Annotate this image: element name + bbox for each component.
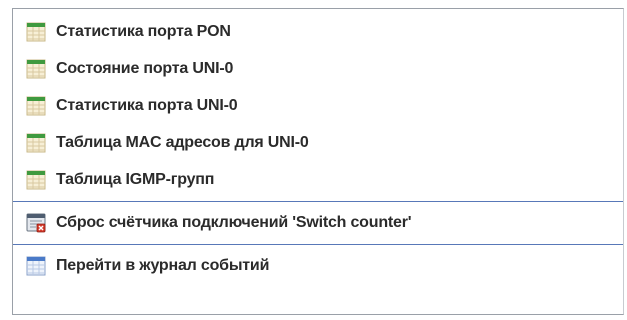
menu-item-label: Перейти в журнал событий bbox=[56, 256, 270, 274]
table-green-icon bbox=[25, 58, 47, 80]
menu-item-pon-port-stats[interactable]: Статистика порта PON bbox=[13, 13, 623, 50]
menu-item-uni0-port-stats[interactable]: Статистика порта UNI-0 bbox=[13, 87, 623, 124]
menu-item-label: Таблица IGMP-групп bbox=[56, 170, 215, 188]
event-log-icon bbox=[25, 255, 47, 277]
menu-item-label: Сброс счётчика подключений 'Switch count… bbox=[56, 213, 412, 231]
table-green-icon bbox=[25, 21, 47, 43]
menu-item-reset-switch-counter[interactable]: Сброс счётчика подключений 'Switch count… bbox=[13, 204, 623, 241]
menu-item-go-to-event-log[interactable]: Перейти в журнал событий bbox=[13, 247, 623, 284]
menu-item-label: Таблица MAC адресов для UNI-0 bbox=[56, 133, 309, 151]
table-green-icon bbox=[25, 132, 47, 154]
reset-counter-icon bbox=[25, 212, 47, 234]
menu-item-igmp-groups-table[interactable]: Таблица IGMP-групп bbox=[13, 161, 623, 198]
menu-separator bbox=[13, 201, 623, 202]
menu-item-label: Статистика порта PON bbox=[56, 22, 231, 40]
menu-item-uni0-port-state[interactable]: Состояние порта UNI-0 bbox=[13, 50, 623, 87]
table-green-icon bbox=[25, 95, 47, 117]
menu-item-label: Статистика порта UNI-0 bbox=[56, 96, 238, 114]
menu-item-mac-table-uni0[interactable]: Таблица MAC адресов для UNI-0 bbox=[13, 124, 623, 161]
table-green-icon bbox=[25, 169, 47, 191]
menu-item-label: Состояние порта UNI-0 bbox=[56, 59, 234, 77]
context-menu: Статистика порта PON Состояние порта UNI… bbox=[12, 8, 624, 315]
menu-separator bbox=[13, 244, 623, 245]
